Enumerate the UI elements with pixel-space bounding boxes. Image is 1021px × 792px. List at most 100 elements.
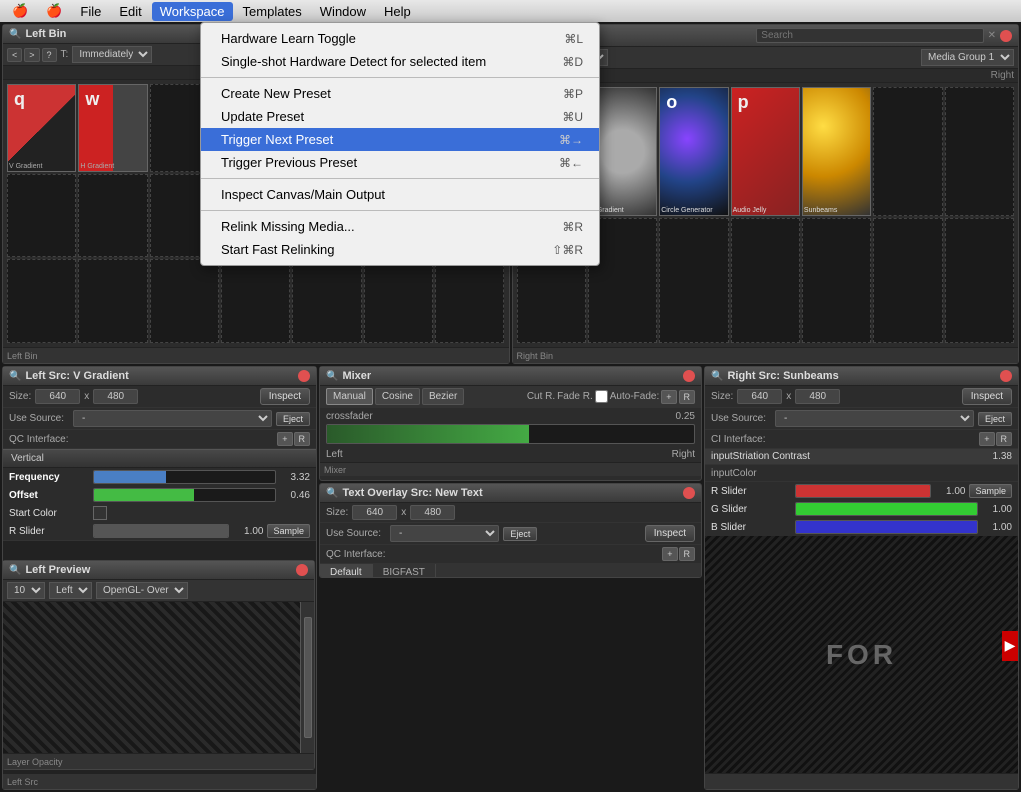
right-src-ci-row: CI Interface: + R: [705, 430, 1018, 449]
mixer-tab-bezier[interactable]: Bezier: [422, 388, 464, 405]
bin-cell-3-6[interactable]: [364, 259, 433, 343]
menu-hardware-detect[interactable]: Single-shot Hardware Detect for selected…: [201, 50, 599, 73]
menu-create-preset[interactable]: Create New Preset ⌘P: [201, 82, 599, 105]
text-overlay-qc-row: QC Interface: + R: [320, 545, 701, 564]
plus-btn-left[interactable]: +: [277, 432, 292, 446]
text-inspect-btn[interactable]: Inspect: [645, 525, 695, 542]
right-src-size-row: Size: x Inspect: [705, 386, 1018, 408]
menu-trigger-prev[interactable]: Trigger Previous Preset ⌘←: [201, 151, 599, 174]
r-slider-track[interactable]: [93, 524, 229, 538]
media-group-select[interactable]: Media Group 1: [921, 49, 1014, 66]
left-src-width[interactable]: [35, 389, 80, 404]
bin-cell-3-2[interactable]: [78, 259, 147, 343]
text-overlay-height[interactable]: [410, 505, 455, 520]
bin-cell-o[interactable]: o Circle Generator: [659, 87, 728, 216]
right-r-track[interactable]: [795, 484, 931, 498]
menu-hardware-learn[interactable]: Hardware Learn Toggle ⌘L: [201, 27, 599, 50]
left-src-inspect[interactable]: Inspect: [260, 388, 310, 405]
color-swatch[interactable]: [93, 506, 107, 520]
mixer-plus[interactable]: +: [661, 390, 676, 404]
right-bin-close[interactable]: [1000, 30, 1012, 42]
right-b-track[interactable]: [795, 520, 978, 534]
bin-cell-3-1[interactable]: [7, 259, 76, 343]
right-src-height[interactable]: [795, 389, 840, 404]
right-src-close[interactable]: [1000, 370, 1012, 382]
menu-templates[interactable]: Templates: [235, 2, 310, 21]
t-select-left[interactable]: Immediately: [72, 46, 152, 63]
menu-apple[interactable]: 🍎: [4, 1, 36, 21]
menu-help[interactable]: Help: [376, 2, 419, 21]
menu-sep-1: [201, 77, 599, 78]
bin-cell-3-4[interactable]: [221, 259, 290, 343]
crossfader-track[interactable]: [326, 424, 695, 444]
bin-cell-w[interactable]: w H Gradient: [78, 84, 147, 172]
eject-btn-left[interactable]: Eject: [276, 412, 310, 426]
right-cell-2-6[interactable]: [873, 218, 942, 343]
left-src-header: 🔍 Left Src: V Gradient: [3, 367, 316, 386]
auto-fade-check[interactable]: [595, 390, 608, 403]
right-b-label: B Slider: [711, 522, 791, 533]
right-cell-2-5[interactable]: [802, 218, 871, 343]
bin-cell-p[interactable]: p Audio Jelly: [731, 87, 800, 216]
mixer-title: Mixer: [342, 370, 679, 382]
param-row: inputStriation Contrast 1.38: [705, 449, 1018, 465]
bin-cell-3-5[interactable]: [292, 259, 361, 343]
mixer-tab-cosine[interactable]: Cosine: [375, 388, 420, 405]
right-cell-6[interactable]: [873, 87, 942, 216]
tab-bigfast[interactable]: BIGFAST: [373, 564, 436, 578]
r-sample-btn[interactable]: Sample: [267, 524, 310, 538]
menu-inspect-canvas[interactable]: Inspect Canvas/Main Output: [201, 183, 599, 206]
offset-track[interactable]: [93, 488, 276, 502]
right-src-inspect[interactable]: Inspect: [962, 388, 1012, 405]
text-overlay-close[interactable]: [683, 487, 695, 499]
right-g-track[interactable]: [795, 502, 978, 516]
mixer-tab-manual[interactable]: Manual: [326, 388, 373, 405]
tab-default[interactable]: Default: [320, 564, 373, 578]
bin-cell-2-2[interactable]: [78, 174, 147, 258]
right-cell-7[interactable]: [945, 87, 1014, 216]
r-btn-left[interactable]: R: [294, 432, 311, 446]
bin-cell-2-1[interactable]: [7, 174, 76, 258]
right-use-source-label: Use Source:: [711, 413, 771, 424]
nav-back[interactable]: <: [7, 48, 22, 62]
right-cell-2-3[interactable]: [659, 218, 728, 343]
menu-fast-relink[interactable]: Start Fast Relinking ⇧⌘R: [201, 238, 599, 261]
left-src-height[interactable]: [93, 389, 138, 404]
menu-update-preset[interactable]: Update Preset ⌘U: [201, 105, 599, 128]
right-src-width[interactable]: [737, 389, 782, 404]
menu-vdmx[interactable]: 🍎: [38, 1, 70, 21]
menu-trigger-next[interactable]: Trigger Next Preset ⌘→: [201, 128, 599, 151]
clear-search-icon[interactable]: ✕: [988, 30, 996, 41]
bin-cell-3-3[interactable]: [150, 259, 219, 343]
menu-workspace[interactable]: Workspace: [152, 2, 233, 21]
text-r-btn[interactable]: R: [679, 547, 696, 561]
right-plus-btn[interactable]: +: [979, 432, 994, 446]
nav-help[interactable]: ?: [42, 48, 57, 62]
bin-cell-3-7[interactable]: [435, 259, 504, 343]
menu-edit[interactable]: Edit: [111, 2, 149, 21]
right-r-sample[interactable]: Sample: [969, 484, 1012, 498]
text-plus-btn[interactable]: +: [662, 547, 677, 561]
text-eject-btn[interactable]: Eject: [503, 527, 537, 541]
auto-fade-label: Auto-Fade:: [610, 391, 659, 402]
text-overlay-width[interactable]: [352, 505, 397, 520]
nav-forward[interactable]: >: [24, 48, 39, 62]
right-use-source-select[interactable]: -: [775, 410, 974, 427]
menu-window[interactable]: Window: [312, 2, 374, 21]
mixer-close[interactable]: [683, 370, 695, 382]
text-use-source-select[interactable]: -: [390, 525, 499, 542]
right-bin-search[interactable]: [756, 28, 983, 43]
use-source-select[interactable]: -: [73, 410, 272, 427]
mixer-r[interactable]: R: [679, 390, 696, 404]
menu-relink[interactable]: Relink Missing Media... ⌘R: [201, 215, 599, 238]
left-src-title: Left Src: V Gradient: [25, 370, 294, 382]
right-cell-2-4[interactable]: [731, 218, 800, 343]
bin-cell-sunbeams[interactable]: Sunbeams: [802, 87, 871, 216]
freq-track[interactable]: [93, 470, 276, 484]
bin-cell-q[interactable]: q V Gradient: [7, 84, 76, 172]
left-src-close[interactable]: [298, 370, 310, 382]
right-r-btn[interactable]: R: [996, 432, 1013, 446]
menu-file[interactable]: File: [72, 2, 109, 21]
right-eject-btn[interactable]: Eject: [978, 412, 1012, 426]
right-cell-2-7[interactable]: [945, 218, 1014, 343]
